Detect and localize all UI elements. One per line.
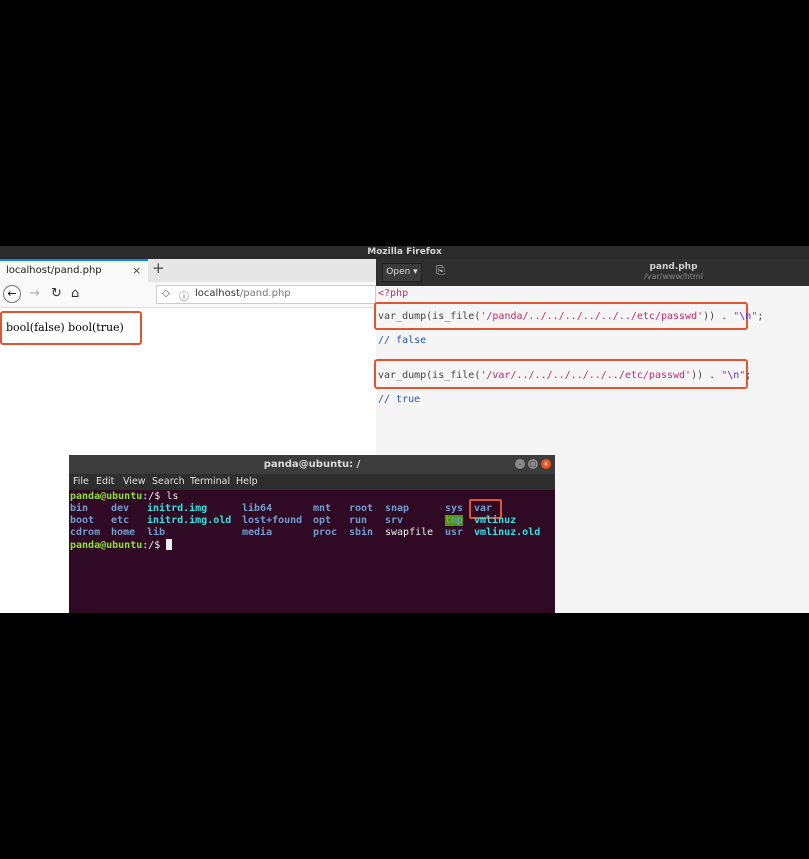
new-document-icon[interactable]: ⎘: [436, 264, 445, 278]
terminal-window: panda@ubuntu: / – □ × File Edit View Sea…: [69, 455, 555, 613]
code-line-1[interactable]: var_dump(is_file('/panda/../../../../../…: [378, 311, 763, 322]
tab-bar: localhost/pand.php × +: [0, 259, 376, 282]
ls-entry: bin: [70, 503, 89, 514]
url-path: /pand.php: [239, 288, 291, 299]
prompt-user: panda@ubuntu: [70, 540, 143, 551]
command-text: ls: [166, 491, 179, 502]
ls-entry: home: [111, 527, 136, 538]
prompt-path: :/$: [142, 491, 167, 502]
ls-entry: initrd.img: [147, 503, 208, 514]
reload-icon[interactable]: ↻: [51, 286, 62, 301]
code-line-2[interactable]: var_dump(is_file('/var/../../../../../..…: [378, 370, 751, 381]
code-mid: )) .: [703, 311, 734, 322]
ls-entry-tmp: tmp: [445, 515, 464, 526]
code-escape: \n: [727, 370, 740, 381]
tab-localhost-pand[interactable]: localhost/pand.php ×: [0, 259, 148, 282]
ls-entry: sbin: [349, 527, 374, 538]
ls-entry: proc: [313, 527, 338, 538]
prompt-path: :/$: [142, 540, 167, 551]
tab-label: localhost/pand.php: [6, 265, 102, 276]
editor-header: Open ▾ ⎘ pand.php /var/www/html: [376, 259, 809, 286]
window-title: Mozilla Firefox: [0, 246, 809, 259]
ls-entry: srv: [385, 515, 404, 526]
prompt-user: panda@ubuntu: [70, 491, 143, 502]
ls-entry: usr: [445, 527, 464, 538]
open-button[interactable]: Open ▾: [382, 263, 422, 282]
code-comment-1: // false: [378, 335, 427, 346]
menu-search[interactable]: Search: [152, 476, 185, 487]
terminal-output[interactable]: panda@ubuntu:/$ ls bin dev initrd.img li…: [69, 490, 555, 613]
ls-entry: vmlinuz.old: [474, 527, 541, 538]
forward-arrow-icon[interactable]: →: [29, 286, 40, 301]
ls-entry: vmlinuz: [474, 515, 517, 526]
ls-entry: opt: [313, 515, 332, 526]
url-bar[interactable]: ◇ ⓘ localhost/pand.php: [156, 285, 376, 304]
code-escape: \n: [739, 311, 752, 322]
code-end: ;: [757, 311, 764, 322]
menu-terminal[interactable]: Terminal: [190, 476, 230, 487]
url-text: localhost/pand.php: [195, 288, 291, 299]
ls-entry: media: [242, 527, 273, 538]
code-comment-2: // true: [378, 394, 421, 405]
back-arrow-icon[interactable]: ←: [3, 285, 21, 303]
ls-entry: run: [349, 515, 368, 526]
code-end: ;: [745, 370, 752, 381]
menu-file[interactable]: File: [73, 476, 89, 487]
new-tab-button[interactable]: +: [152, 259, 165, 277]
ls-entry: etc: [111, 515, 130, 526]
maximize-icon[interactable]: □: [528, 459, 538, 469]
url-host: localhost: [195, 288, 240, 299]
home-icon[interactable]: ⌂: [71, 286, 79, 301]
code-fn: var_dump(is_file(: [378, 311, 481, 322]
terminal-title: panda@ubuntu: /: [69, 455, 555, 474]
info-icon[interactable]: ⓘ: [179, 288, 189, 303]
ls-entry: lib64: [242, 503, 273, 514]
ls-entry: cdrom: [70, 527, 101, 538]
menu-edit[interactable]: Edit: [96, 476, 114, 487]
ls-entry: boot: [70, 515, 95, 526]
php-output: bool(false) bool(true): [0, 311, 142, 345]
ls-entry: root: [349, 503, 374, 514]
minimize-icon[interactable]: –: [515, 459, 525, 469]
ls-entry: lib: [147, 527, 166, 538]
shield-icon: ◇: [162, 288, 170, 299]
code-mid: )) .: [691, 370, 722, 381]
terminal-menubar: File Edit View Search Terminal Help: [69, 474, 555, 490]
menu-help[interactable]: Help: [236, 476, 258, 487]
menu-view[interactable]: View: [123, 476, 146, 487]
prompt-line: panda@ubuntu:/$ ls: [70, 491, 178, 502]
ls-entry: lost+found: [242, 515, 303, 526]
php-open-tag: <?php: [378, 288, 409, 299]
prompt-line: panda@ubuntu:/$: [70, 539, 173, 551]
editor-path: /var/www/html: [644, 272, 703, 281]
editor-title: pand.php: [649, 262, 698, 272]
code-string: '/panda/../../../../../../etc/passwd': [480, 311, 704, 322]
ls-entry: snap: [385, 503, 410, 514]
nav-toolbar: ← → ↻ ⌂ ◇ ⓘ localhost/pand.php: [0, 282, 376, 308]
code-string: '/var/../../../../../../etc/passwd': [480, 370, 692, 381]
ls-entry: initrd.img.old: [147, 515, 232, 526]
close-icon[interactable]: ×: [132, 264, 141, 277]
ls-entry: swapfile: [385, 527, 434, 538]
ls-entry: sys: [445, 503, 464, 514]
cursor: [166, 539, 173, 550]
ls-entry: dev: [111, 503, 130, 514]
close-icon[interactable]: ×: [541, 459, 551, 469]
ls-entry: mnt: [313, 503, 332, 514]
code-fn: var_dump(is_file(: [378, 370, 481, 381]
